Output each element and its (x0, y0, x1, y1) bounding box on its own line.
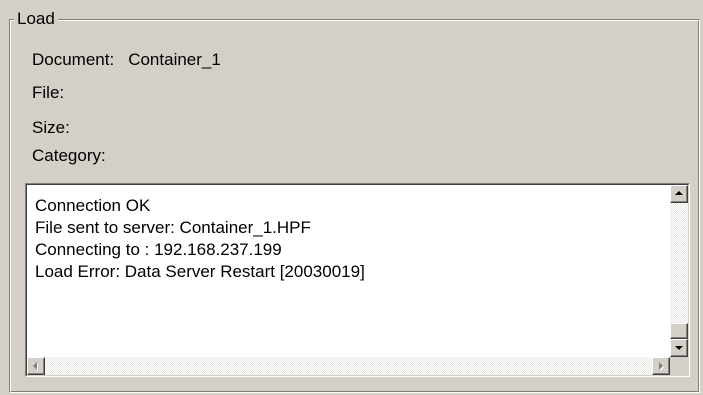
log-textarea-frame: Connection OK File sent to server: Conta… (26, 184, 689, 376)
vertical-scrollbar[interactable] (670, 185, 688, 357)
vertical-scroll-thumb[interactable] (670, 323, 688, 339)
scroll-right-button[interactable] (652, 357, 670, 375)
scroll-down-button[interactable] (670, 339, 688, 357)
scroll-up-button[interactable] (670, 185, 688, 203)
load-groupbox-title: Load (14, 8, 58, 30)
scrollbar-corner (670, 357, 688, 375)
category-row: Category: (32, 145, 106, 167)
down-arrow-icon (675, 346, 683, 350)
document-label: Document: (32, 50, 115, 69)
size-label: Size: (32, 118, 70, 137)
document-value: Container_1 (128, 50, 221, 69)
document-row: Document: Container_1 (32, 49, 221, 71)
size-row: Size: (32, 117, 70, 139)
log-line: Load Error: Data Server Restart [2003001… (35, 262, 365, 281)
category-label: Category: (32, 146, 106, 165)
log-line: Connection OK (35, 196, 151, 215)
scroll-left-button[interactable] (27, 357, 45, 375)
horizontal-scrollbar[interactable] (27, 357, 670, 375)
left-arrow-icon (33, 362, 37, 370)
file-row: File: (32, 82, 64, 104)
up-arrow-icon (675, 191, 683, 195)
log-textarea[interactable]: Connection OK File sent to server: Conta… (25, 183, 690, 377)
log-text: Connection OK File sent to server: Conta… (35, 195, 365, 283)
right-arrow-icon (659, 362, 663, 370)
file-label: File: (32, 83, 65, 102)
log-line: File sent to server: Container_1.HPF (35, 218, 311, 237)
log-line: Connecting to : 192.168.237.199 (35, 240, 282, 259)
